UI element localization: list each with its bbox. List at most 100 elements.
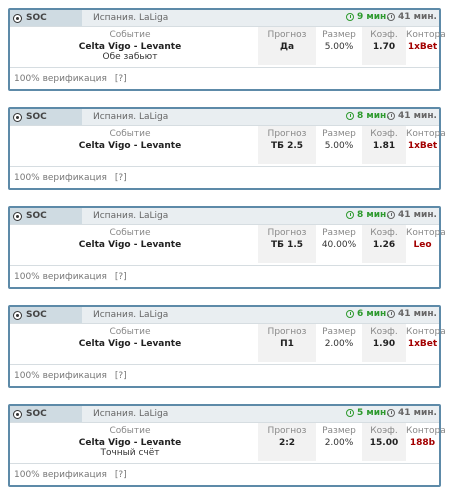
soccer-ball-icon (13, 409, 22, 419)
odds-cell: Коэф. 1.81 (362, 126, 406, 164)
league-name: Испания. LaLiga (93, 211, 169, 221)
odds-label: Коэф. (370, 327, 398, 337)
card-footer: 100% верификация [?] (10, 463, 439, 485)
sport-label: SOC (26, 310, 47, 320)
pick-cell: Прогноз Да (258, 27, 316, 65)
pick-value: Да (279, 42, 295, 52)
bet-row: Событие Celta Vigo - Levante Прогноз ТБ 1.… (10, 225, 446, 263)
pick-value: ТБ 2.5 (270, 141, 304, 151)
sport-badge: SOC (10, 307, 82, 323)
match-name[interactable]: Celta Vigo - Levante (10, 240, 250, 250)
event-cell: Событие Celta Vigo - Levante (10, 324, 250, 362)
card-header: SOC Испания. LaLiga 6 мин. 41 мин. (10, 307, 439, 324)
sport-badge: SOC (10, 208, 82, 224)
bookmaker-link[interactable]: Leo (406, 240, 439, 250)
size-value: 5.00% (324, 42, 354, 52)
odds-value: 1.90 (372, 339, 396, 349)
odds-value: 1.26 (372, 240, 396, 250)
time-total-value: 41 мин. (398, 408, 437, 418)
bookmaker-label: Контора (406, 327, 446, 337)
time-total: 41 мин. (387, 408, 437, 418)
card-footer: 100% верификация [?] (10, 67, 439, 89)
league-name: Испания. LaLiga (93, 112, 169, 122)
card-header: SOC Испания. LaLiga 8 мин. 41 мин. (10, 208, 439, 225)
card-header: SOC Испания. LaLiga 9 мин. 41 мин. (10, 10, 439, 27)
bookmaker-cell: Контора 188b (406, 423, 446, 461)
match-name[interactable]: Celta Vigo - Levante (10, 42, 250, 52)
clock-icon (387, 310, 395, 318)
sport-label: SOC (26, 211, 47, 221)
event-cell: Событие Celta Vigo - Levante (10, 126, 250, 164)
card-footer: 100% верификация [?] (10, 265, 439, 287)
size-cell: Размер 2.00% (316, 423, 362, 461)
event-label: Событие (109, 129, 151, 139)
pick-value: ТБ 1.5 (270, 240, 304, 250)
bet-row: Событие Celta Vigo - Levante Прогноз ТБ 2.… (10, 126, 446, 164)
event-label: Событие (109, 228, 151, 238)
bookmaker-link[interactable]: 1xBet (406, 339, 439, 349)
card-header: SOC Испания. LaLiga 8 мин. 41 мин. (10, 109, 439, 126)
event-label: Событие (109, 30, 151, 40)
odds-cell: Коэф. 1.70 (362, 27, 406, 65)
clock-icon (346, 211, 354, 219)
time-left: 8 мин. (346, 210, 390, 220)
sport-badge: SOC (10, 109, 82, 125)
event-cell: Событие Celta Vigo - Levante Точный счёт (10, 423, 250, 461)
pick-label: Прогноз (267, 426, 307, 436)
bet-row: Событие Celta Vigo - Levante Обе забьют Пр… (10, 27, 446, 65)
clock-icon (387, 211, 395, 219)
size-label: Размер (322, 228, 356, 238)
help-link[interactable]: [?] (115, 74, 127, 84)
odds-value: 1.70 (372, 42, 396, 52)
size-value: 2.00% (324, 438, 354, 448)
soccer-ball-icon (13, 310, 22, 320)
soccer-ball-icon (13, 13, 22, 23)
size-cell: Размер 5.00% (316, 27, 362, 65)
sport-badge: SOC (10, 10, 82, 26)
time-total: 41 мин. (387, 309, 437, 319)
size-value: 2.00% (324, 339, 354, 349)
market-note: Точный счёт (100, 448, 160, 458)
odds-cell: Коэф. 1.90 (362, 324, 406, 362)
help-link[interactable]: [?] (115, 173, 127, 183)
size-label: Размер (322, 426, 356, 436)
pick-cell: Прогноз ТБ 1.5 (258, 225, 316, 263)
verification-text: 100% верификация (14, 370, 107, 381)
match-name[interactable]: Celta Vigo - Levante (10, 438, 250, 448)
time-total-value: 41 мин. (398, 12, 437, 22)
help-link[interactable]: [?] (115, 272, 127, 282)
bookmaker-link[interactable]: 1xBet (406, 42, 439, 52)
bet-card: SOC Испания. LaLiga 8 мин. 41 мин. Событ… (8, 107, 446, 190)
card-header: SOC Испания. LaLiga 5 мин. 41 мин. (10, 406, 439, 423)
event-label: Событие (109, 327, 151, 337)
bookmaker-link[interactable]: 188b (406, 438, 439, 448)
pick-value: 2:2 (278, 438, 296, 448)
size-cell: Размер 40.00% (316, 225, 362, 263)
odds-value: 1.81 (372, 141, 396, 151)
help-link[interactable]: [?] (115, 470, 127, 480)
pick-cell: Прогноз ТБ 2.5 (258, 126, 316, 164)
odds-label: Коэф. (370, 426, 398, 436)
verification-text: 100% верификация (14, 271, 107, 282)
clock-icon (387, 13, 395, 21)
odds-value: 15.00 (369, 438, 399, 448)
time-left: 5 мин. (346, 408, 390, 418)
time-left: 9 мин. (346, 12, 390, 22)
match-name[interactable]: Celta Vigo - Levante (10, 141, 250, 151)
league-name: Испания. LaLiga (93, 13, 169, 23)
size-cell: Размер 5.00% (316, 126, 362, 164)
match-name[interactable]: Celta Vigo - Levante (10, 339, 250, 349)
bookmaker-cell: Контора 1xBet (406, 324, 446, 362)
size-cell: Размер 2.00% (316, 324, 362, 362)
card-footer: 100% верификация [?] (10, 364, 439, 386)
odds-label: Коэф. (370, 228, 398, 238)
verification-text: 100% верификация (14, 73, 107, 84)
bookmaker-cell: Контора Leo (406, 225, 446, 263)
sport-badge: SOC (10, 406, 82, 422)
help-link[interactable]: [?] (115, 371, 127, 381)
event-label: Событие (109, 426, 151, 436)
bet-card: SOC Испания. LaLiga 8 мин. 41 мин. Событ… (8, 206, 446, 289)
bookmaker-link[interactable]: 1xBet (406, 141, 439, 151)
bookmaker-label: Контора (406, 30, 446, 40)
bet-row: Событие Celta Vigo - Levante Прогноз П1 Ра… (10, 324, 446, 362)
